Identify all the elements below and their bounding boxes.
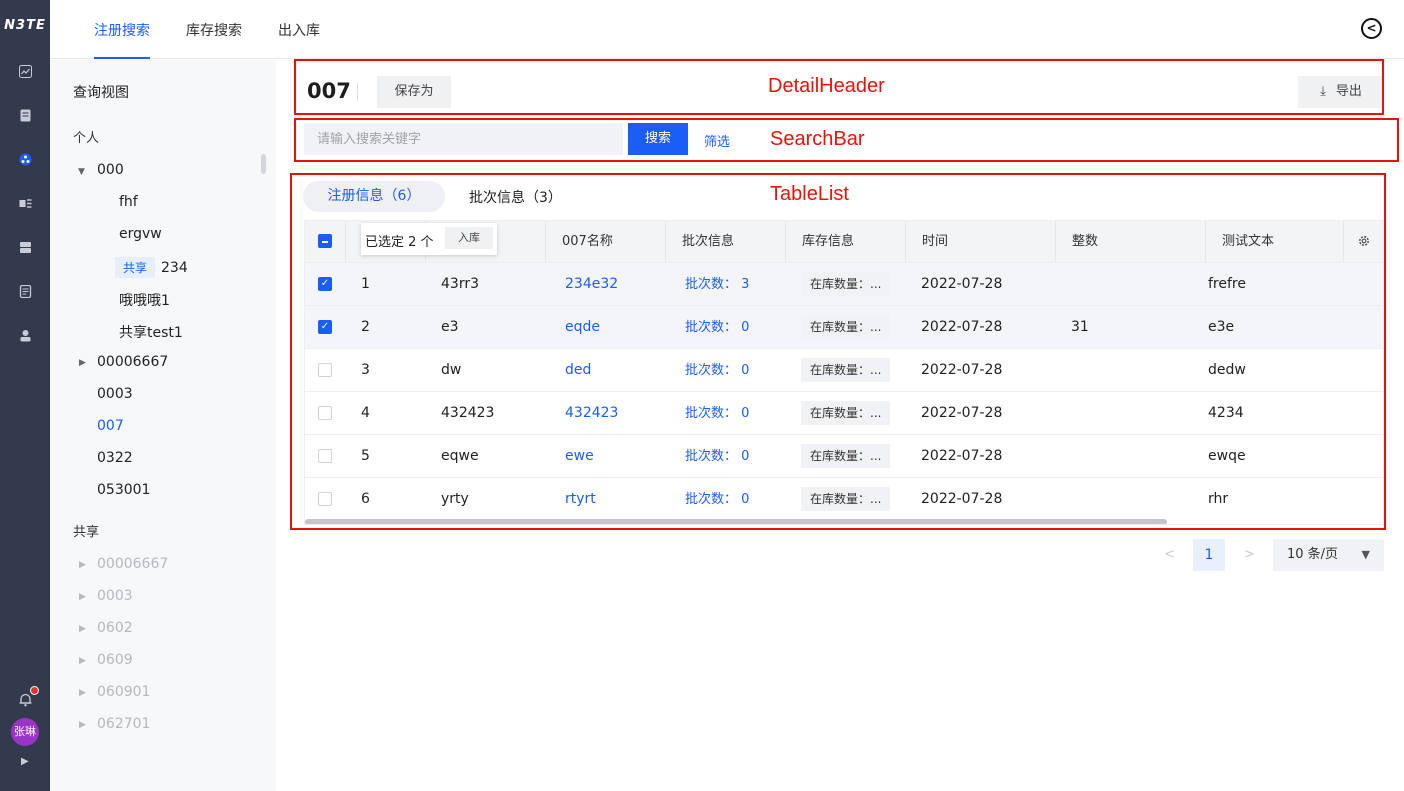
caret-right-icon[interactable]: ▶	[79, 656, 86, 666]
caret-right-icon[interactable]: ▶	[79, 358, 86, 368]
notification-badge	[30, 686, 39, 695]
tree-node-shared-view[interactable]: 060901	[97, 684, 150, 700]
tree-node[interactable]: 0322	[97, 450, 133, 466]
chart-icon[interactable]	[19, 65, 32, 78]
page-size-select[interactable]: 10 条/页 ▼	[1273, 539, 1384, 571]
tree-node-selected[interactable]: 007	[97, 418, 124, 434]
top-nav: 注册搜索 库存搜索 出入库 <	[50, 0, 1404, 59]
tree-node-shared-view[interactable]: 0602	[97, 620, 133, 636]
tree-node-shared[interactable]: 共享 234	[115, 257, 188, 278]
tree-node[interactable]: fhf	[119, 194, 138, 210]
app-logo: N3TE	[4, 18, 46, 33]
bell-icon[interactable]	[18, 692, 33, 707]
tree-node[interactable]: ergvw	[119, 226, 162, 242]
expand-rail-icon[interactable]: ▶	[21, 756, 29, 767]
tree-node[interactable]: 00006667	[97, 354, 168, 370]
caret-right-icon[interactable]: ▶	[79, 560, 86, 570]
query-view-title: 查询视图	[73, 85, 129, 101]
page-current[interactable]: 1	[1193, 539, 1225, 571]
tree-node-shared-view[interactable]: 0003	[97, 588, 133, 604]
caret-right-icon[interactable]: ▶	[79, 592, 86, 602]
database-icon[interactable]	[19, 241, 32, 254]
table-list-annotation-box	[290, 173, 1386, 530]
next-page-icon[interactable]: >	[1244, 547, 1255, 562]
avatar[interactable]: 张琳	[11, 718, 39, 746]
caret-right-icon[interactable]: ▶	[79, 720, 86, 730]
tab-inventory-search[interactable]: 库存搜索	[186, 20, 242, 59]
document-icon[interactable]	[19, 109, 32, 122]
caret-right-icon[interactable]: ▶	[79, 688, 86, 698]
search-bar-annotation: SearchBar	[770, 128, 865, 150]
tree-node-label: 234	[161, 260, 188, 276]
personal-group-label: 个人	[73, 131, 100, 146]
caret-right-icon[interactable]: ▶	[79, 624, 86, 634]
tree-node-shared-view[interactable]: 00006667	[97, 556, 168, 572]
user-icon[interactable]	[19, 329, 32, 342]
tree-node-shared-view[interactable]: 062701	[97, 716, 150, 732]
main-content: 007 保存为 ⤓导出 搜索 筛选 注册信息（6） 批次信息（3） 007名称 …	[276, 59, 1404, 791]
detail-header-annotation: DetailHeader	[768, 75, 885, 97]
prev-page-icon[interactable]: <	[1164, 547, 1175, 562]
table-list-annotation: TableList	[770, 183, 849, 205]
tab-register-search[interactable]: 注册搜索	[94, 20, 150, 59]
tree-node[interactable]: 0003	[97, 386, 133, 402]
report-icon[interactable]	[19, 285, 32, 298]
flow-icon[interactable]	[19, 197, 32, 210]
chevron-down-icon: ▼	[1361, 548, 1370, 561]
app-rail: N3TE 张琳 ▶	[0, 0, 50, 791]
tab-stock-in-out[interactable]: 出入库	[278, 20, 320, 59]
page-size-label: 10 条/页	[1287, 547, 1339, 562]
query-view-panel: 查询视图 个人 ▼ 000 fhf ergvw 共享 234 哦哦哦1 共享tes…	[50, 60, 276, 791]
tree-node[interactable]: 哦哦哦1	[119, 290, 170, 310]
tree-node[interactable]: 共享test1	[119, 322, 183, 342]
tree-node-shared-view[interactable]: 0609	[97, 652, 133, 668]
shared-tag: 共享	[115, 257, 156, 278]
shared-group-label: 共享	[73, 525, 100, 540]
cluster-icon[interactable]	[19, 153, 32, 166]
tree-node[interactable]: 000	[97, 162, 124, 178]
back-circle-icon[interactable]: <	[1361, 18, 1382, 39]
tree-node[interactable]: 053001	[97, 482, 150, 498]
caret-down-icon[interactable]: ▼	[78, 167, 85, 177]
sidebar-scrollbar[interactable]	[261, 154, 266, 174]
